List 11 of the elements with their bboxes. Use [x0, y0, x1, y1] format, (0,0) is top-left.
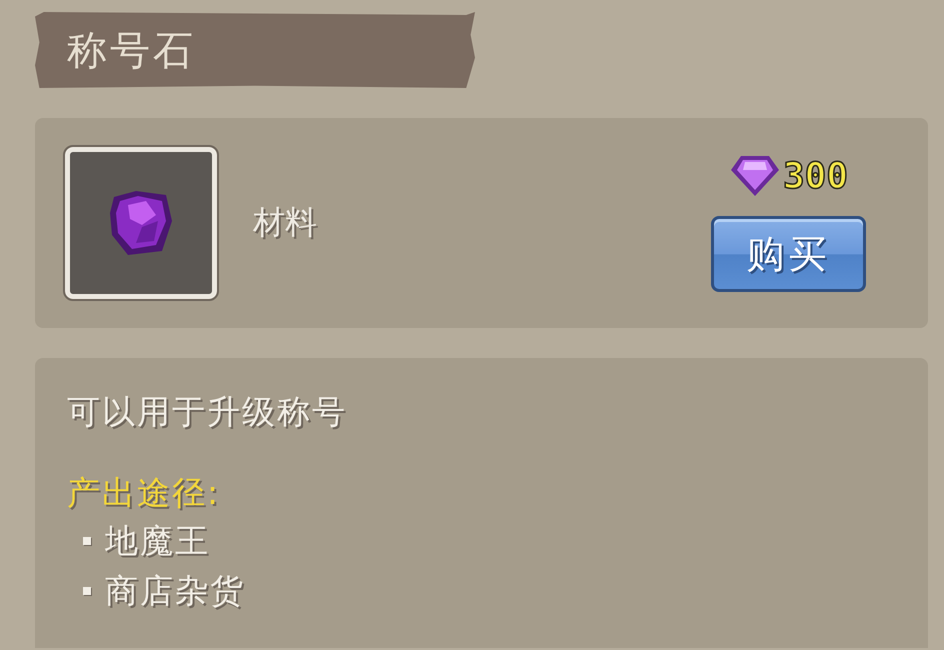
buy-button[interactable]: 购买 — [711, 216, 866, 292]
price-text: 300 — [782, 156, 848, 196]
bullet-icon — [83, 537, 91, 545]
gem-icon — [728, 154, 781, 198]
sources-label: 产出途径: — [67, 472, 222, 514]
banner-title: 称号石 — [67, 26, 196, 76]
source-item: 商店杂货 — [105, 570, 245, 612]
bullet-icon — [83, 587, 91, 595]
source-item: 地魔王 — [105, 520, 210, 562]
item-category: 材料 — [253, 202, 318, 243]
description-text: 可以用于升级称号 — [67, 391, 348, 433]
